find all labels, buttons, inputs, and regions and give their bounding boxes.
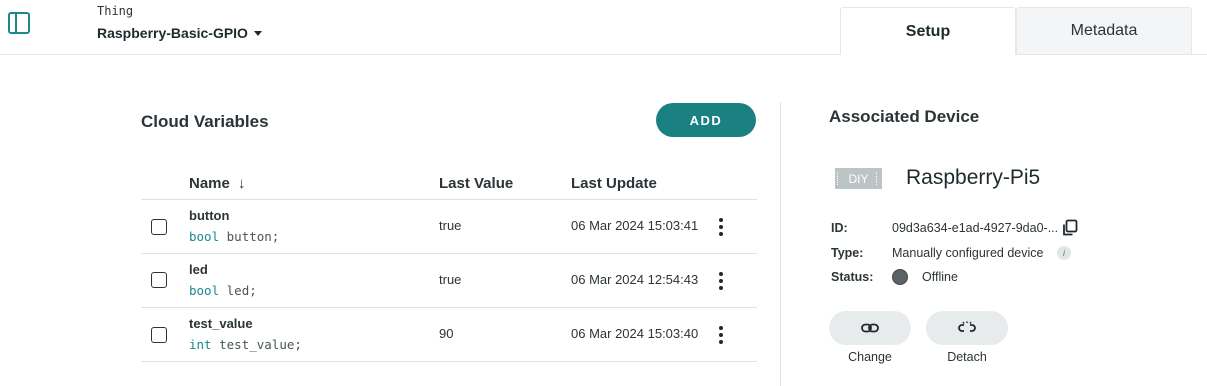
variable-name: test_value [189,316,253,331]
device-id-value: 09d3a634-e1ad-4927-9da0-... [892,221,1059,235]
thing-label: Thing [97,4,134,18]
variable-name: button [189,208,230,223]
row-checkbox[interactable] [151,219,167,235]
panel-divider [780,102,781,386]
variable-last-value: true [439,272,462,287]
variable-last-value: 90 [439,326,454,341]
sidebar-toggle-icon[interactable] [8,12,30,34]
variable-last-update: 06 Mar 2024 15:03:40 [571,326,699,341]
variable-declaration: bool button; [189,229,279,244]
device-id-label: ID: [831,221,848,235]
sort-down-arrow-icon[interactable]: ↓ [238,175,246,192]
variable-declaration: int test_value; [189,337,302,352]
variable-decl-name: test_value; [219,337,302,352]
variable-declaration: bool led; [189,283,257,298]
copy-icon[interactable] [1061,219,1079,237]
change-device-button[interactable] [829,311,911,345]
info-icon[interactable]: i [1057,246,1071,260]
unlink-icon [958,321,976,332]
column-header-last-value: Last Value [439,175,514,192]
variable-type: bool [189,283,220,298]
change-label[interactable]: Change [829,350,911,364]
variable-last-update: 06 Mar 2024 15:03:41 [571,218,699,233]
thing-selector[interactable]: Raspberry-Basic-GPIO [97,25,262,41]
row-checkbox[interactable] [151,327,167,343]
variable-last-value: true [439,218,462,233]
variable-last-update: 06 Mar 2024 12:54:43 [571,272,699,287]
column-header-name[interactable]: Name ↓ [189,175,245,192]
associated-device-title: Associated Device [829,107,980,126]
status-offline-dot-icon [892,269,908,285]
more-options-icon[interactable] [715,218,727,236]
detach-label[interactable]: Detach [926,350,1008,364]
table-header-divider [141,199,757,200]
device-status-value: Offline [922,270,958,284]
column-name-label: Name [189,175,230,192]
row-divider [141,253,757,254]
device-status-label: Status: [831,270,874,284]
variable-decl-name: button; [226,229,280,244]
device-name: Raspberry-Pi5 [906,166,1041,189]
column-header-last-update: Last Update [571,175,657,192]
tab-metadata[interactable]: Metadata [1016,7,1192,54]
link-icon [861,323,879,333]
diy-board-icon: DIY [835,168,882,189]
variable-decl-name: led; [226,283,257,298]
cloud-variables-title: Cloud Variables [141,112,269,131]
variable-type: int [189,337,212,352]
row-divider [141,307,757,308]
more-options-icon[interactable] [715,272,727,290]
tab-setup[interactable]: Setup [840,7,1016,55]
detach-device-button[interactable] [926,311,1008,345]
diy-badge-label: DIY [848,171,869,186]
device-type-value: Manually configured device [892,246,1044,260]
caret-down-icon [253,30,262,36]
add-variable-button[interactable]: ADD [656,103,756,137]
variable-name: led [189,262,208,277]
row-checkbox[interactable] [151,272,167,288]
more-options-icon[interactable] [715,326,727,344]
variable-type: bool [189,229,220,244]
thing-name: Raspberry-Basic-GPIO [97,25,248,41]
device-type-label: Type: [831,246,864,260]
row-divider [141,361,757,362]
